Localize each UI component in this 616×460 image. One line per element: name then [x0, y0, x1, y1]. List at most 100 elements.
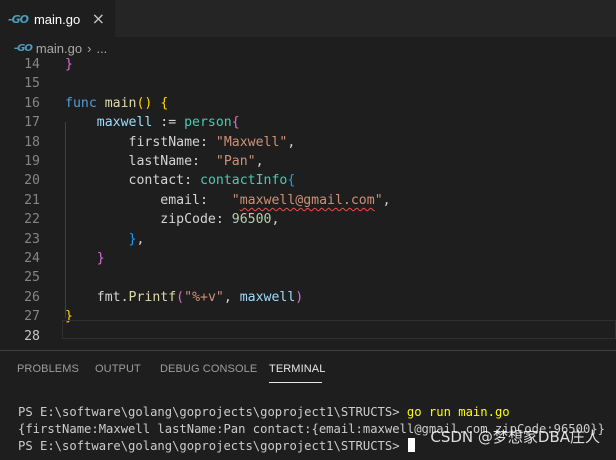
code-line[interactable]: 19 lastName: "Pan",: [0, 152, 616, 171]
code-token: {: [160, 95, 169, 111]
line-number: 17: [24, 115, 40, 131]
code-content: },: [65, 230, 145, 249]
breadcrumb-symbols[interactable]: ...: [96, 41, 107, 56]
tab-output[interactable]: OUTPUT: [95, 363, 141, 375]
code-content: email: "maxwell@gmail.com",: [65, 191, 391, 210]
code-content: lastName: "Pan",: [65, 152, 264, 171]
line-number: 20: [24, 173, 40, 189]
code-token: ,: [382, 192, 391, 208]
code-token: fmt.: [96, 289, 129, 305]
code-token: firstName:: [128, 134, 216, 150]
code-token: }: [65, 57, 73, 72]
code-token: ": [374, 192, 383, 208]
code-line[interactable]: 24 }: [0, 249, 616, 268]
go-file-icon: -GO: [14, 42, 33, 54]
code-line[interactable]: 22 zipCode: 96500,: [0, 210, 616, 229]
line-number: 26: [24, 289, 40, 305]
code-token: {: [231, 115, 240, 131]
code-line[interactable]: 20 contact: contactInfo{: [0, 171, 616, 190]
code-token: (): [136, 95, 153, 111]
code-content: func main() {: [65, 94, 168, 113]
line-number: 14: [24, 57, 40, 72]
line-number: 28: [24, 328, 40, 344]
line-number: 18: [24, 134, 40, 150]
tab-title: main.go: [33, 11, 81, 27]
code-token: ,: [287, 134, 296, 150]
code-token: ,: [223, 289, 240, 305]
code-token: maxwell@gmail.com: [239, 192, 375, 208]
code-token: ,: [136, 231, 145, 247]
code-token: 96500: [231, 212, 272, 228]
code-token: lastName:: [128, 154, 216, 169]
code-token: }: [96, 251, 105, 266]
code-token: "%+v": [184, 289, 224, 305]
line-number: 16: [24, 95, 40, 111]
code-content: contact: contactInfo{: [65, 171, 296, 190]
code-content: firstName: "Maxwell",: [65, 133, 296, 152]
code-token: maxwell: [239, 289, 296, 305]
line-number: 15: [24, 76, 40, 92]
code-line[interactable]: 25: [0, 268, 616, 287]
code-editor[interactable]: 14} 15 16 func main() {17 maxwell := person…: [0, 57, 616, 344]
terminal-line-1: PS E:\software\golang\goprojects\goproje…: [18, 404, 510, 421]
code-token: contact:: [128, 173, 200, 189]
code-token: zipCode:: [160, 212, 232, 228]
code-token: contactInfo: [200, 173, 288, 189]
code-line[interactable]: 21 email: "maxwell@gmail.com",: [0, 191, 616, 210]
terminal-cursor: [407, 438, 415, 452]
code-token: person: [184, 115, 232, 131]
code-token: "Maxwell": [215, 134, 288, 150]
code-token: ): [295, 289, 304, 305]
tab-problems[interactable]: PROBLEMS: [17, 363, 79, 375]
code-line[interactable]: 15: [0, 74, 616, 93]
line-number: 24: [24, 251, 40, 266]
code-content: maxwell := person{: [65, 113, 240, 132]
line-number: 27: [24, 309, 40, 325]
editor-tab-bar: -GO main.go ×: [0, 0, 616, 37]
terminal-line-3[interactable]: PS E:\software\golang\goprojects\goproje…: [18, 438, 415, 455]
code-content: fmt.Printf("%+v", maxwell): [65, 288, 303, 307]
line-number: 21: [24, 192, 40, 208]
code-token: {: [287, 173, 296, 189]
line-number: 19: [24, 154, 40, 169]
line-number: 25: [24, 270, 40, 286]
terminal-prompt: PS E:\software\golang\goprojects\goproje…: [18, 439, 407, 453]
code-token: func: [65, 95, 97, 111]
code-token: :=: [152, 115, 185, 131]
line-number: 23: [24, 231, 40, 247]
line-number: 22: [24, 212, 40, 228]
watermark: CSDN @梦想家DBA庄人: [430, 428, 600, 446]
code-line[interactable]: 16 func main() {: [0, 94, 616, 113]
go-file-icon: -GO: [8, 12, 29, 26]
tab-debug-console[interactable]: DEBUG CONSOLE: [160, 363, 257, 375]
code-content: zipCode: 96500,: [65, 210, 279, 229]
code-token: email:: [160, 192, 232, 208]
code-line[interactable]: 23 },: [0, 230, 616, 249]
active-tab-indicator: [269, 382, 322, 383]
code-token: main: [104, 95, 137, 111]
code-line[interactable]: 17 maxwell := person{: [0, 113, 616, 132]
code-token: ": [231, 192, 240, 208]
code-token: (: [176, 289, 185, 305]
tab-terminal[interactable]: TERMINAL: [269, 363, 325, 375]
close-icon[interactable]: ×: [92, 10, 105, 28]
code-line[interactable]: 14}: [0, 55, 616, 74]
code-token: "Pan": [215, 154, 256, 169]
terminal-prompt: PS E:\software\golang\goprojects\goproje…: [18, 405, 407, 419]
chevron-right-icon: ›: [87, 40, 92, 56]
tab-main-go[interactable]: -GO main.go ×: [0, 0, 115, 37]
code-line[interactable]: 26 fmt.Printf("%+v", maxwell): [0, 288, 616, 307]
code-token: Printf: [128, 289, 177, 305]
breadcrumb-file[interactable]: main.go: [36, 41, 82, 56]
code-token: ,: [271, 212, 280, 228]
terminal-command: go run main.go: [406, 405, 510, 419]
code-line[interactable]: 18 firstName: "Maxwell",: [0, 133, 616, 152]
